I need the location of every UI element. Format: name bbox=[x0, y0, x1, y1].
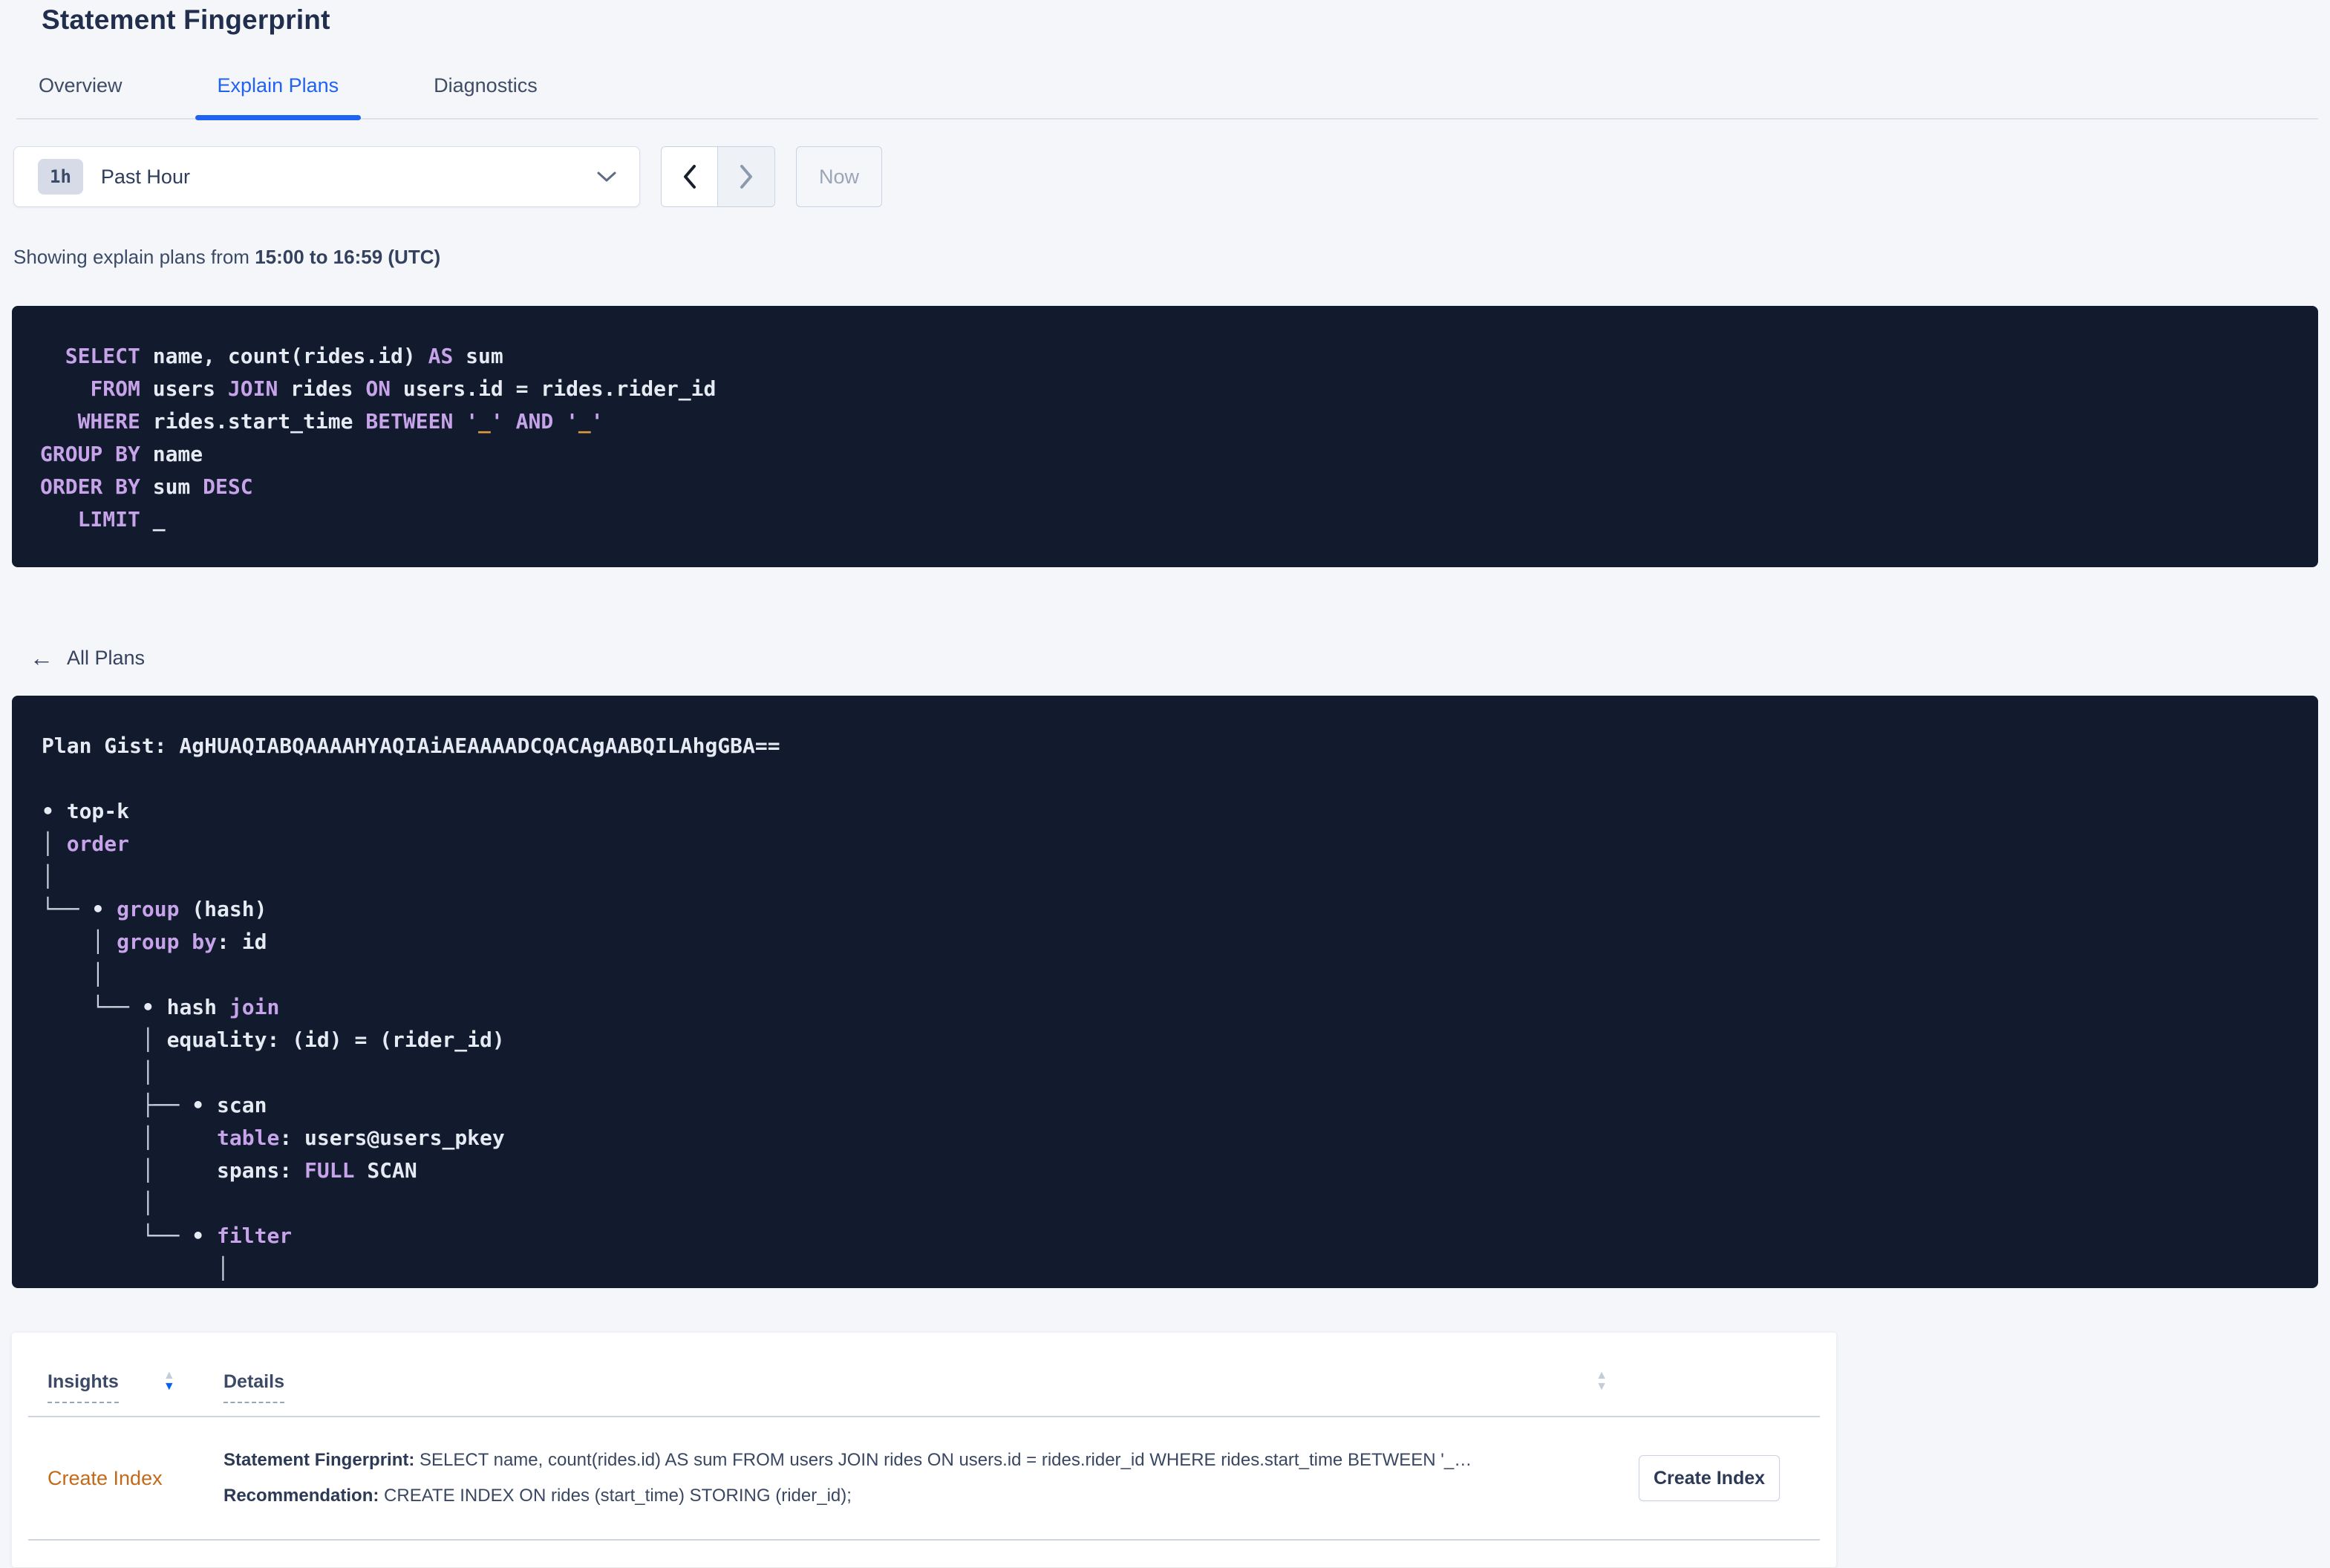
recommendation-line: Recommendation: CREATE INDEX ON rides (s… bbox=[223, 1478, 1609, 1514]
code-line: WHERE rides.start_time BETWEEN '_' AND '… bbox=[77, 409, 604, 434]
code-line: │ bbox=[42, 1285, 2318, 1288]
time-range-badge: 1h bbox=[38, 159, 83, 195]
code-line: │ spans: FULL SCAN bbox=[141, 1158, 417, 1183]
statement-fingerprint-line: Statement Fingerprint: SELECT name, coun… bbox=[223, 1443, 1609, 1478]
code-line: │ bbox=[91, 962, 105, 987]
code-line: │ bbox=[141, 1191, 154, 1215]
insight-type-cell: Create Index bbox=[48, 1467, 223, 1490]
chevron-down-icon bbox=[596, 170, 617, 183]
code-line: │ group by: id bbox=[91, 930, 267, 954]
code-line: │ bbox=[141, 1060, 154, 1085]
code-line: └── • hash join bbox=[91, 995, 280, 1019]
now-button[interactable]: Now bbox=[796, 146, 882, 207]
code-line: ├── • scan bbox=[141, 1093, 267, 1117]
create-index-button[interactable]: Create Index bbox=[1639, 1455, 1780, 1501]
code-line: LIMIT _ bbox=[77, 507, 166, 532]
code-line: Plan Gist: AgHUAQIABQAAAAHYAQIAiAEAAAADC… bbox=[42, 734, 780, 758]
triangle-down-icon: ▼ bbox=[1596, 1380, 1608, 1393]
code-line: └── • filter bbox=[141, 1224, 293, 1248]
chevron-right-icon bbox=[738, 164, 754, 189]
code-line: FROM users JOIN rides ON users.id = ride… bbox=[90, 376, 717, 401]
time-nav-group bbox=[661, 146, 775, 207]
code-line: │ bbox=[217, 1256, 229, 1281]
triangle-up-icon: ▲ bbox=[163, 1369, 175, 1382]
code-line: └── • group (hash) bbox=[42, 897, 267, 921]
triangle-down-icon: ▼ bbox=[163, 1380, 175, 1393]
code-line: │ bbox=[42, 864, 54, 889]
arrow-left-icon: ← bbox=[30, 644, 53, 671]
insight-table-row: Create Index Statement Fingerprint: SELE… bbox=[28, 1417, 1820, 1541]
recommendation-text: CREATE INDEX ON rides (start_time) STORI… bbox=[379, 1486, 852, 1506]
tab-diagnostics[interactable]: Diagnostics bbox=[411, 74, 560, 118]
showing-range-prefix: Showing explain plans from bbox=[13, 246, 255, 268]
code-line: │ table: users@users_pkey bbox=[141, 1126, 505, 1150]
code-line: │ order bbox=[42, 832, 130, 856]
insights-column-header[interactable]: Insights ▲ ▼ bbox=[48, 1369, 223, 1403]
time-range-label: Past Hour bbox=[100, 165, 190, 188]
previous-time-button[interactable] bbox=[662, 147, 718, 206]
page-title: Statement Fingerprint bbox=[42, 4, 330, 35]
insight-details-cell: Statement Fingerprint: SELECT name, coun… bbox=[223, 1443, 1639, 1514]
all-plans-label: All Plans bbox=[67, 647, 146, 669]
code-line: SELECT name, count(rides.id) AS sum bbox=[65, 344, 503, 368]
statement-fingerprint-label: Statement Fingerprint: bbox=[223, 1450, 415, 1470]
sql-statement-block: SELECT name, count(rides.id) AS sum FROM… bbox=[12, 306, 2318, 567]
code-line: ORDER BY sum DESC bbox=[40, 474, 253, 499]
create-index-link[interactable]: Create Index bbox=[48, 1467, 163, 1489]
recommendation-label: Recommendation: bbox=[223, 1486, 379, 1506]
details-column-label: Details bbox=[223, 1371, 284, 1403]
all-plans-back-link[interactable]: ← All Plans bbox=[30, 644, 145, 672]
triangle-up-icon: ▲ bbox=[1596, 1369, 1608, 1382]
details-column-header[interactable]: Details ▲ ▼ bbox=[223, 1369, 1801, 1403]
showing-range-value: 15:00 to 16:59 (UTC) bbox=[255, 246, 441, 268]
statement-fingerprint-page: Statement Fingerprint Overview Explain P… bbox=[0, 4, 2330, 1568]
insights-table-card: Insights ▲ ▼ Details ▲ ▼ Create Index St… bbox=[12, 1333, 1836, 1567]
showing-range-text: Showing explain plans from 15:00 to 16:5… bbox=[13, 246, 2318, 269]
plan-gist-block: Plan Gist: AgHUAQIABQAAAAHYAQIAiAEAAAADC… bbox=[12, 696, 2318, 1288]
tab-explain-plans[interactable]: Explain Plans bbox=[195, 74, 362, 120]
chevron-left-icon bbox=[682, 164, 698, 189]
code-line: │ equality: (id) = (rider_id) bbox=[141, 1028, 505, 1052]
sort-icon-details[interactable]: ▲ ▼ bbox=[1596, 1369, 1608, 1393]
insights-column-label: Insights bbox=[48, 1371, 119, 1403]
insights-table-header: Insights ▲ ▼ Details ▲ ▼ bbox=[28, 1333, 1820, 1417]
statement-fingerprint-text: SELECT name, count(rides.id) AS sum FROM… bbox=[414, 1450, 1472, 1470]
tab-overview[interactable]: Overview bbox=[16, 74, 145, 118]
sort-icon-insights[interactable]: ▲ ▼ bbox=[163, 1369, 175, 1393]
next-time-button[interactable] bbox=[718, 147, 774, 206]
code-line: • top-k bbox=[42, 799, 130, 823]
code-line: GROUP BY name bbox=[40, 442, 203, 466]
time-range-dropdown[interactable]: 1h Past Hour bbox=[13, 146, 640, 207]
time-selector-row: 1h Past Hour Now bbox=[12, 146, 2318, 207]
tab-bar: Overview Explain Plans Diagnostics bbox=[16, 74, 2318, 120]
